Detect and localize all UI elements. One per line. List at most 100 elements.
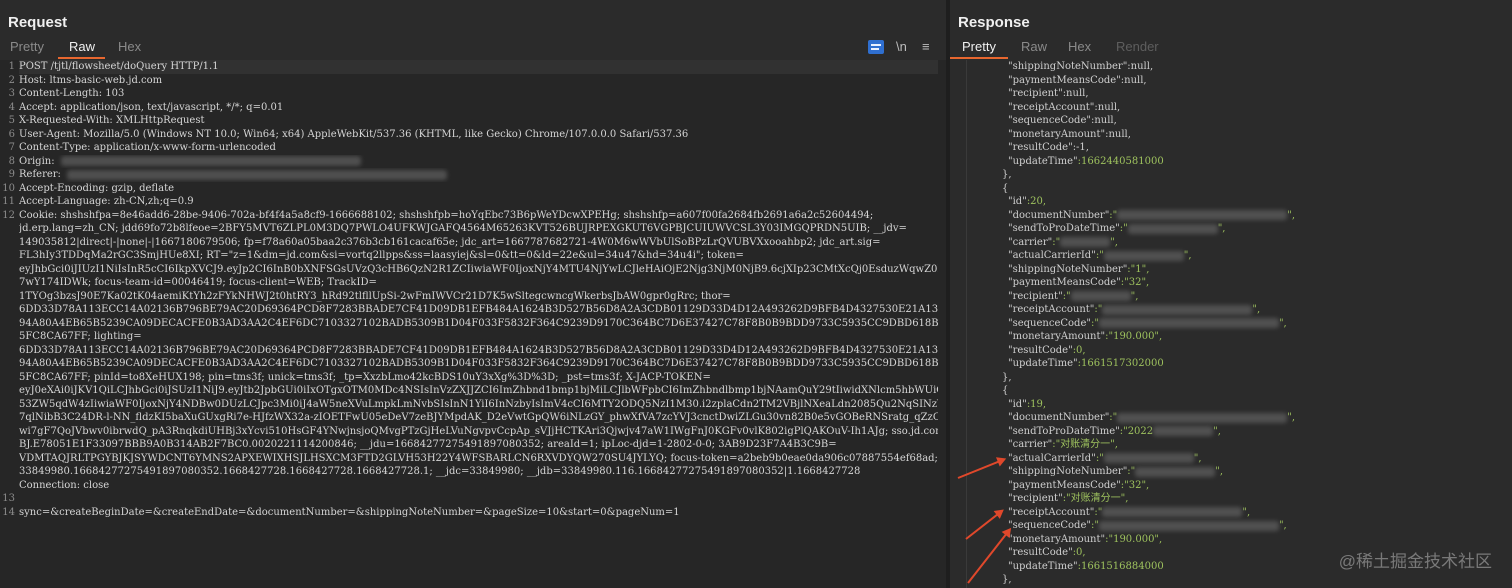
json-value-end: ", [1193,452,1202,464]
request-line[interactable]: 6DD33D78A113ECC14A02136B796BE79AC20D6936… [19,303,938,317]
line-number [0,344,15,358]
json-value: :" [1127,466,1136,477]
request-line[interactable]: eyJ0eXAi0iJKV1QiLCJhbGci0iJSUzI1NiJ9.eyJ… [19,384,938,398]
line-number-gutter: 1 2 3 4 5 6 7 8 9 10 11 12 13 14 [0,60,15,519]
request-line[interactable]: 5FC8CA67FF; pinId=to8XeHUX198; pin=tms3f… [19,371,938,385]
request-body[interactable]: POST /tjtl/flowsheet/doQuery HTTP/1.1 Hos… [19,60,938,519]
request-line[interactable]: POST /tjtl/flowsheet/doQuery HTTP/1.1 [19,60,938,74]
request-line[interactable]: eyJhbGci0iJIUzI1NiIsInR5cCI6IkpXVCJ9.eyJ… [19,263,938,277]
request-line[interactable]: FL3hIy3TDDqMa2rGC3SmjHUe8XI; RT="z=1&dm=… [19,249,938,263]
request-line[interactable]: 1TYOg3bzsJ90E7Ka02tK04aemiKtYh2zFYkNHWJ2… [19,290,938,304]
json-line: "shippingNoteNumber":"1", [990,263,1512,277]
json-line: { [990,384,1512,398]
json-value-end: ", [1287,209,1296,221]
json-key: }, [1002,371,1012,383]
json-line: }, [990,573,1512,587]
tab-raw[interactable]: Raw [1021,39,1047,54]
request-line[interactable]: sync=&createBeginDate=&createEndDate=&do… [19,506,938,520]
json-key: "paymentMeansCode" [1008,74,1121,86]
json-value: :1661517302000 [1077,358,1164,369]
json-key: "monetaryAmount" [1008,331,1106,342]
request-line[interactable]: Accept-Language: zh-CN,zh;q=0.9 [19,195,938,209]
line-number: 6 [8,128,15,140]
word-wrap-icon[interactable] [868,40,884,54]
request-line[interactable]: User-Agent: Mozilla/5.0 (Windows NT 10.0… [19,128,938,142]
request-line[interactable]: 7wY174IDWk; focus-team-id=00046419; focu… [19,276,938,290]
json-line: "sequenceCode":null, [990,114,1512,128]
json-key: "receiptAccount" [1008,304,1095,315]
request-line[interactable]: Cookie: shshshfpa=8e46add6-28be-9406-702… [19,209,938,223]
tab-pretty[interactable]: Pretty [962,39,996,54]
request-line[interactable]: Origin: [19,155,938,169]
json-value: :" [1090,317,1099,329]
request-line[interactable]: wi7gF7QoJVbwv0ibrwdQ_pA3RnqkdiUHBj3xYcvi… [19,425,938,439]
request-line[interactable]: BJ.E78051E1F33097BBB9A0B314AB2F7BC0.0020… [19,438,938,452]
json-line: "monetaryAmount":"190.000", [990,533,1512,547]
response-body[interactable]: "shippingNoteNumber":null, "paymentMeansC… [990,60,1512,587]
json-key: "id" [1008,398,1027,410]
tab-hex[interactable]: Hex [118,39,141,54]
request-line[interactable]: 94A80A4EB65B5239CA09DECACFE0B3AD3AA2C4EF… [19,317,938,331]
json-line: "carrier":" ", [990,236,1512,250]
json-value: :null, [1127,61,1154,72]
response-viewer[interactable]: "shippingNoteNumber":null, "paymentMeansC… [950,60,1512,588]
request-line[interactable]: Content-Type: application/x-www-form-url… [19,141,938,155]
json-key: "shippingNoteNumber" [1008,61,1128,72]
json-value: :" [1095,250,1104,261]
request-line[interactable]: Connection: close [19,479,938,493]
json-line: }, [990,371,1512,385]
request-line[interactable]: X-Requested-With: XMLHttpRequest [19,114,938,128]
request-line[interactable]: 33849980.16684277275491897080352.1668427… [19,465,938,479]
response-title: Response [958,14,1030,31]
json-value: :1662440581000 [1077,155,1164,167]
line-number [0,384,15,398]
json-value: :19, [1026,398,1047,410]
json-key: "paymentMeansCode" [1008,479,1121,491]
line-number: 2 [8,74,15,86]
tab-hex[interactable]: Hex [1068,39,1091,54]
json-value: :" [1109,209,1118,221]
request-line[interactable]: Accept-Encoding: gzip, deflate [19,182,938,196]
request-line[interactable]: Host: ltms-basic-web.jd.com [19,74,938,88]
request-line[interactable]: 6DD33D78A113ECC14A02136B796BE79AC20D6936… [19,344,938,358]
line-number: 8 [8,155,15,167]
json-line: "receiptAccount":null, [990,101,1512,115]
line-number: 1 [8,61,15,72]
tab-pretty[interactable]: Pretty [10,39,44,54]
json-line: "documentNumber":" ", [990,209,1512,223]
request-line[interactable]: VDMTAQJRLTPGYBJKJSYWDCNT6YMNS2APXEWIXHSJ… [19,452,938,466]
json-key: "updateTime" [1008,358,1078,369]
request-line[interactable]: 149035812|direct|-|none|-|1667180679506;… [19,236,938,250]
newline-toggle-button[interactable]: \n [896,39,907,54]
line-number [0,411,15,425]
json-line: "resultCode":-1, [990,141,1512,155]
request-line[interactable]: 7qlNibB3C24DR-l-NN_fldzKI5baXuGUxgRi7e-H… [19,411,938,425]
json-line: "sendToProDateTime":" ", [990,222,1512,236]
redacted-value [1103,453,1194,463]
request-line[interactable]: Referer: [19,168,938,182]
json-line: "paymentMeansCode":null, [990,74,1512,88]
json-key: "resultCode" [1008,142,1073,153]
request-line[interactable] [19,492,938,506]
json-key: "carrier" [1008,236,1053,248]
request-pane: Request Pretty Raw Hex \n ≡ 1 2 3 4 5 6 7 8 9 10 1… [0,0,946,588]
json-key: "recipient" [1008,88,1063,99]
json-value: :"32", [1120,277,1150,288]
tab-render[interactable]: Render [1116,39,1159,54]
line-number [0,465,15,479]
json-line: "monetaryAmount":"190.000", [990,330,1512,344]
json-value: :" [1109,412,1118,423]
json-key: "shippingNoteNumber" [1008,263,1128,275]
request-line[interactable]: Content-Length: 103 [19,87,938,101]
redacted-value [1070,291,1131,301]
request-line[interactable]: 94A80A4EB65B5239CA09DECACFE0B3AD3AA2C4EF… [19,357,938,371]
json-value: :20, [1026,196,1047,207]
request-line[interactable]: 5FC8CA67FF; lighting= [19,330,938,344]
menu-icon[interactable]: ≡ [922,39,930,54]
tab-raw[interactable]: Raw [69,39,95,54]
line-number: 14 [2,506,15,518]
request-line[interactable]: Accept: application/json, text/javascrip… [19,101,938,115]
request-line[interactable]: jd.erp.lang=zh_CN; jdd69fo72b8lfeoe=2BFY… [19,222,938,236]
request-line[interactable]: 53ZW5qdW4zIiwiaWF0IjoxNjY4NDBw0DUzLCJpc3… [19,398,938,412]
request-editor[interactable]: 1 2 3 4 5 6 7 8 9 10 11 12 13 14 POST /tjtl/flowsheet… [0,60,946,588]
